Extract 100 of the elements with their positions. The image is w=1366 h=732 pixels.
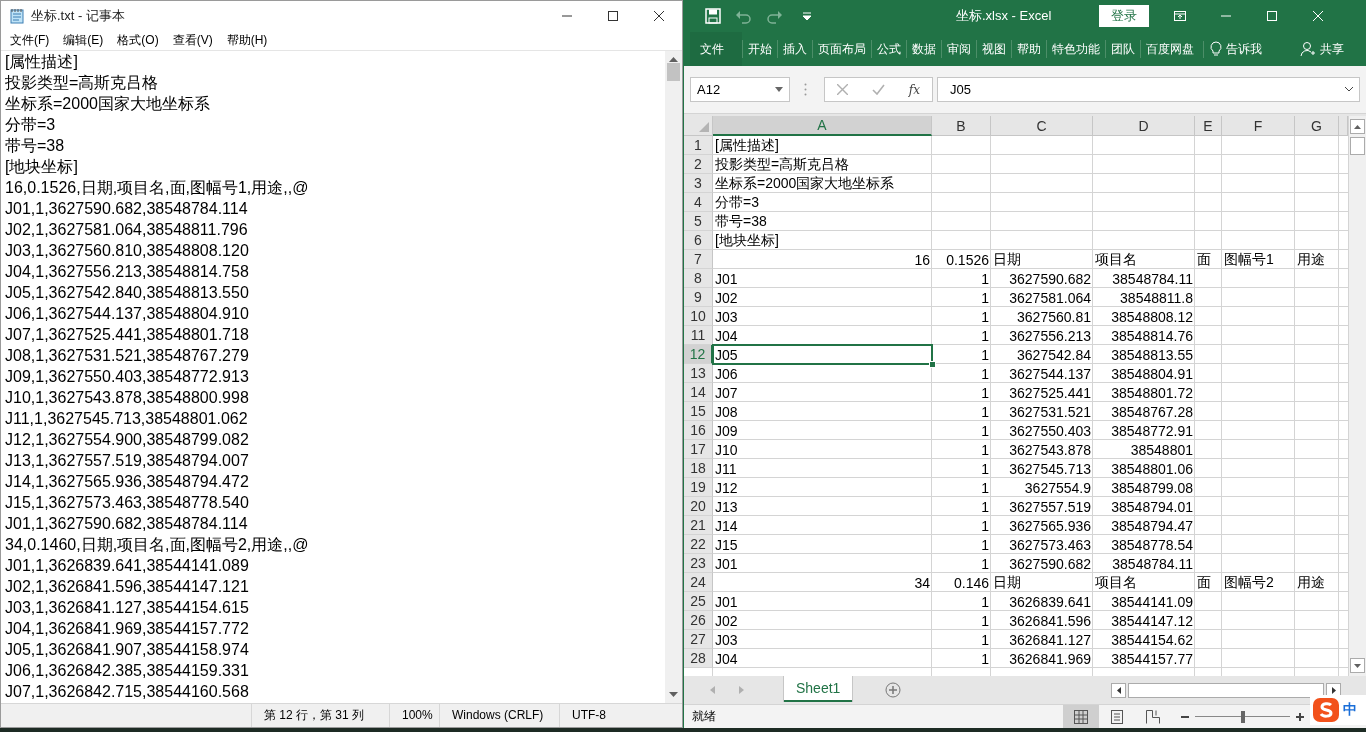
menu-item[interactable]: 编辑(E) — [56, 31, 111, 49]
table-cell-text: 3627525.441 — [1008, 383, 1092, 402]
ribbon-display-icon[interactable] — [1174, 10, 1187, 22]
ribbon-tab[interactable]: 视图 — [976, 40, 1011, 58]
row-header[interactable]: 3 — [684, 174, 713, 193]
ribbon-tab[interactable]: 页面布局 — [812, 40, 871, 58]
slider-thumb[interactable] — [1240, 710, 1245, 723]
ribbon-tab[interactable]: 审阅 — [941, 40, 976, 58]
row-header[interactable]: 2 — [684, 155, 713, 174]
row-header[interactable]: 5 — [684, 212, 713, 231]
ribbon-tab[interactable]: 团队 — [1105, 40, 1140, 58]
ribbon-tab[interactable]: 公式 — [871, 40, 906, 58]
input-method-logo-icon[interactable] — [1312, 697, 1340, 723]
maximize-icon[interactable] — [608, 10, 618, 21]
dropdown-caret-icon[interactable] — [775, 87, 783, 92]
row-header[interactable]: 20 — [684, 497, 713, 516]
column-header[interactable]: B — [932, 116, 991, 136]
table-cell-text: J14 — [714, 516, 739, 535]
table-cell-text: 1 — [980, 611, 990, 630]
row-header[interactable]: 6 — [684, 231, 713, 250]
column-header[interactable]: G — [1295, 116, 1339, 136]
row-header[interactable]: 14 — [684, 383, 713, 402]
add-sheet-icon[interactable] — [885, 682, 902, 698]
column-header[interactable]: E — [1195, 116, 1222, 136]
row-header[interactable]: 8 — [684, 269, 713, 288]
row-header[interactable]: 24 — [684, 573, 713, 592]
ribbon-tab[interactable]: 开始 — [742, 40, 777, 58]
column-header[interactable]: F — [1222, 116, 1295, 136]
ribbon-tab[interactable]: 百度网盘 — [1140, 40, 1199, 58]
lightbulb-icon[interactable] — [1210, 41, 1222, 57]
menu-item[interactable]: 文件(F) — [3, 31, 57, 49]
row-header[interactable]: 23 — [684, 554, 713, 573]
column-header[interactable]: D — [1093, 116, 1195, 136]
down-arrow-icon[interactable] — [669, 692, 678, 698]
row-header[interactable]: 19 — [684, 478, 713, 497]
up-arrow-icon[interactable] — [669, 56, 678, 62]
right-arrow-icon[interactable] — [1331, 686, 1336, 694]
normal-view-icon[interactable] — [1074, 709, 1088, 724]
table-cell-text: 3627554.9 — [1023, 478, 1092, 497]
row-header[interactable]: 7 — [684, 250, 713, 269]
menu-item[interactable]: 格式(O) — [110, 31, 166, 49]
scroll-thumb[interactable] — [1128, 682, 1324, 698]
row-header[interactable]: 15 — [684, 402, 713, 421]
row-header[interactable]: 22 — [684, 535, 713, 554]
up-arrow-icon[interactable] — [1354, 124, 1361, 129]
table-cell-text: 1 — [980, 516, 990, 535]
table-cell-text: J02 — [714, 611, 739, 630]
table-cell-text: 38548801.72 — [1110, 383, 1194, 402]
column-header[interactable]: C — [991, 116, 1093, 136]
table-cell-text: [地块坐标] — [714, 231, 780, 250]
row-header[interactable]: 9 — [684, 288, 713, 307]
fill-handle[interactable] — [929, 361, 936, 368]
row-header[interactable]: 16 — [684, 421, 713, 440]
down-arrow-icon[interactable] — [1354, 663, 1361, 668]
ribbon-tab[interactable]: 数据 — [906, 40, 941, 58]
ribbon-tab[interactable]: 插入 — [777, 40, 812, 58]
sheet-tab[interactable]: Sheet1 — [784, 676, 853, 702]
page-layout-icon[interactable] — [1110, 709, 1124, 724]
row-header[interactable]: 27 — [684, 630, 713, 649]
menu-item[interactable]: 帮助(H) — [219, 31, 275, 49]
expand-caret-icon[interactable] — [1345, 87, 1353, 92]
row-header[interactable]: 21 — [684, 516, 713, 535]
row-header[interactable]: 18 — [684, 459, 713, 478]
page-break-icon[interactable] — [1146, 709, 1160, 724]
tell-me-link[interactable]: 告诉我 — [1226, 40, 1262, 58]
row-header[interactable]: 28 — [684, 649, 713, 668]
input-method-text[interactable]: 中 — [1343, 701, 1357, 719]
row-header[interactable]: 1 — [684, 136, 713, 155]
scroll-thumb[interactable] — [1350, 137, 1365, 155]
insert-function-button[interactable]: fx — [908, 82, 920, 97]
row-header[interactable]: 17 — [684, 440, 713, 459]
column-header[interactable]: A — [713, 116, 932, 136]
row-header[interactable]: 11 — [684, 326, 713, 345]
menu-item[interactable]: 查看(V) — [165, 31, 220, 49]
scrollbar[interactable] — [665, 51, 682, 703]
ribbon-tab[interactable]: 文件 — [690, 32, 742, 66]
table-cell-text: 3627545.713 — [1008, 459, 1092, 478]
row-header[interactable]: 10 — [684, 307, 713, 326]
left-arrow-icon[interactable] — [1116, 686, 1121, 694]
share-button[interactable]: 共享 — [1320, 40, 1344, 58]
ribbon-tab[interactable]: 帮助 — [1011, 40, 1046, 58]
formula-field[interactable]: J05 — [937, 77, 1360, 102]
scroll-thumb[interactable] — [667, 63, 680, 81]
ribbon-tab[interactable]: 特色功能 — [1046, 40, 1105, 58]
check-icon[interactable] — [871, 84, 885, 95]
row-header[interactable]: 13 — [684, 364, 713, 383]
table-cell-text: 1 — [980, 402, 990, 421]
row-header[interactable]: 12 — [684, 345, 713, 364]
zoom-in-icon[interactable] — [1296, 712, 1304, 721]
table-cell-text: 日期 — [992, 573, 1022, 592]
row-header[interactable]: 25 — [684, 592, 713, 611]
scrollbar[interactable] — [1348, 116, 1366, 676]
name-box[interactable]: A12 — [690, 77, 790, 102]
row-header[interactable]: 4 — [684, 193, 713, 212]
save-icon[interactable] — [704, 7, 722, 25]
row-header[interactable]: 26 — [684, 611, 713, 630]
table-cell-text: 带号=38 — [714, 212, 768, 231]
person-add-icon[interactable] — [1300, 41, 1316, 57]
close-icon[interactable] — [654, 10, 664, 21]
sign-in-button[interactable]: 登录 — [1099, 5, 1150, 27]
